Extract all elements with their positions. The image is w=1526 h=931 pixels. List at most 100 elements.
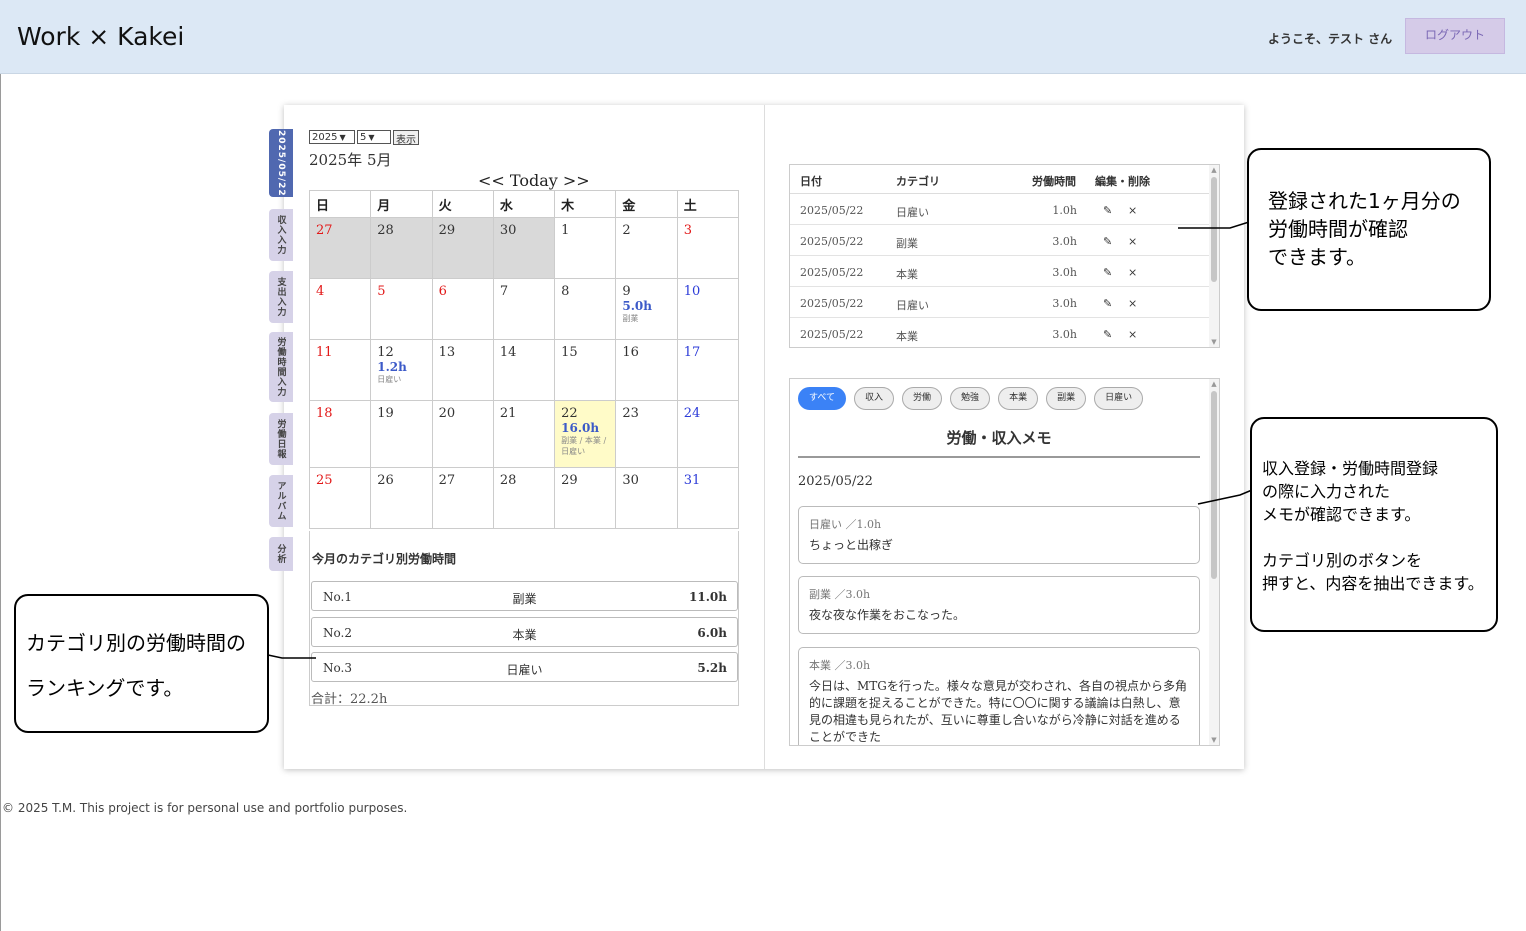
day-number: 26 (377, 473, 394, 488)
edit-icon[interactable]: ✎ (1103, 235, 1112, 248)
rank-category: 日雇い (506, 663, 543, 677)
calendar-day[interactable]: 9 5.0h 副業 (615, 278, 678, 340)
memo-panel: すべて 収入 労働 勉強 本業 副業 日雇い 労働・収入メモ 2025/05/2… (789, 378, 1220, 746)
calendar-day[interactable]: 26 (370, 467, 433, 529)
calendar-day[interactable]: 29 (431, 217, 494, 279)
weekday-header: 日 月 火 水 木 金 土 (308, 190, 740, 218)
page-divider (764, 105, 765, 769)
calendar-day[interactable]: 8 (554, 278, 617, 340)
calendar-day[interactable]: 11 (308, 339, 372, 401)
calendar-day[interactable]: 12 1.2h 日雇い (370, 339, 433, 401)
calendar-day[interactable]: 25 (308, 467, 372, 529)
day-number: 3 (683, 223, 692, 238)
edit-icon[interactable]: ✎ (1103, 204, 1112, 217)
scroll-thumb[interactable] (1211, 391, 1217, 579)
callout-text: カテゴリ別の労働時間の ランキングです。 (26, 631, 246, 700)
scroll-thumb[interactable] (1211, 177, 1217, 282)
log-hours: 3.0h (1052, 235, 1077, 248)
calendar-day[interactable]: 15 (554, 339, 617, 401)
calendar-day[interactable]: 22 16.0h 副業 / 本業 / 日雇い (554, 400, 617, 468)
calendar-day[interactable]: 29 (554, 467, 617, 529)
calendar-day[interactable]: 13 (431, 339, 494, 401)
delete-icon[interactable]: × (1128, 204, 1137, 217)
delete-icon[interactable]: × (1128, 235, 1137, 248)
calendar-day[interactable]: 17 (676, 339, 740, 401)
footer: © 2025 T.M. This project is for personal… (2, 801, 408, 815)
logout-button[interactable]: ログアウト (1405, 18, 1505, 54)
filter-all[interactable]: すべて (798, 387, 847, 410)
day-number: 21 (499, 406, 517, 421)
tab-work-report[interactable]: 労働日報 (269, 413, 293, 465)
filter-side-job[interactable]: 副業 (1046, 387, 1087, 410)
filter-day-labor[interactable]: 日雇い (1094, 387, 1144, 410)
edit-icon[interactable]: ✎ (1103, 328, 1112, 341)
calendar-day[interactable]: 31 (676, 467, 740, 529)
edit-icon[interactable]: ✎ (1103, 297, 1112, 310)
filter-main-job[interactable]: 本業 (998, 387, 1039, 410)
calendar-day[interactable]: 5 (370, 278, 433, 340)
callout-memo: 収入登録・労働時間登録 の際に入力された メモが確認できます。 カテゴリ別のボタ… (1250, 417, 1498, 632)
calendar-day[interactable]: 30 (615, 467, 678, 529)
delete-icon[interactable]: × (1128, 297, 1137, 310)
calendar-day[interactable]: 24 (676, 400, 740, 468)
filter-income[interactable]: 収入 (854, 387, 895, 410)
edit-icon[interactable]: ✎ (1103, 266, 1112, 279)
day-number: 23 (622, 406, 639, 421)
calendar-day[interactable]: 23 (615, 400, 678, 468)
day-number: 4 (316, 284, 325, 299)
calendar-day[interactable]: 30 (492, 217, 556, 279)
day-categories: 副業 / 本業 / 日雇い (561, 436, 607, 456)
calendar-day[interactable]: 4 (308, 278, 372, 340)
tab-income-input[interactable]: 収入入力 (269, 209, 293, 261)
delete-icon[interactable]: × (1128, 266, 1137, 279)
calendar-day[interactable]: 7 (492, 278, 556, 340)
scroll-up-icon[interactable]: ▲ (1209, 380, 1219, 388)
memo-scrollbar[interactable]: ▲ ▼ (1209, 379, 1219, 745)
calendar-day[interactable]: 14 (492, 339, 556, 401)
calendar-day[interactable]: 1 (554, 217, 617, 279)
calendar-day[interactable]: 2 (615, 217, 678, 279)
calendar-day[interactable]: 16 (615, 339, 678, 401)
calendar-day[interactable]: 21 (492, 400, 556, 468)
calendar-day[interactable]: 18 (308, 400, 372, 468)
day-number: 2 (622, 223, 631, 238)
tab-expense-input[interactable]: 支出入力 (269, 271, 293, 323)
work-log-row: 2025/05/22 日雇い 3.0h ✎ × (790, 287, 1210, 318)
rank-hours: 11.0h (689, 590, 727, 604)
delete-icon[interactable]: × (1128, 328, 1137, 341)
calendar-week: 18 19 20 21 22 16.0h 副業 / 本業 / 日雇い 23 24 (308, 400, 740, 468)
calendar-day[interactable]: 27 (308, 217, 372, 279)
calendar-day[interactable]: 10 (676, 278, 740, 340)
work-log-scrollbar[interactable]: ▲ ▼ (1209, 165, 1219, 347)
day-number: 20 (438, 406, 456, 421)
today-nav[interactable]: << Today >> (478, 171, 590, 190)
filter-work[interactable]: 労働 (902, 387, 943, 410)
calendar-day[interactable]: 28 (370, 217, 433, 279)
day-number: 9 (622, 284, 631, 299)
tab-date[interactable]: 2025/05/22 (269, 129, 293, 197)
scroll-down-icon[interactable]: ▼ (1209, 736, 1219, 744)
welcome-text: ようこそ、テスト さん (1268, 32, 1393, 46)
calendar-day[interactable]: 19 (370, 400, 433, 468)
calendar-day[interactable]: 27 (431, 467, 494, 529)
day-number: 17 (683, 345, 701, 360)
calendar-day[interactable]: 20 (431, 400, 494, 468)
filter-study[interactable]: 勉強 (950, 387, 991, 410)
scroll-up-icon[interactable]: ▲ (1209, 166, 1219, 174)
calendar-day[interactable]: 3 (676, 217, 740, 279)
log-date: 2025/05/22 (800, 328, 864, 341)
day-number: 29 (561, 473, 578, 488)
calendar-day[interactable]: 6 (431, 278, 494, 340)
tab-analysis[interactable]: 分析 (269, 537, 293, 571)
rank-category: 本業 (512, 628, 537, 642)
show-button[interactable]: 表示 (393, 130, 419, 146)
tab-album[interactable]: アルバム (269, 475, 293, 527)
year-select[interactable]: 2025 ▼ (309, 130, 355, 144)
tab-work-hours-input[interactable]: 労働時間入力 (269, 332, 293, 402)
weekday-fri: 金 (615, 190, 678, 218)
calendar-day[interactable]: 28 (492, 467, 556, 529)
month-select[interactable]: 5 ▼ (357, 130, 391, 144)
scroll-down-icon[interactable]: ▼ (1209, 338, 1219, 346)
memo-title: 労働・収入メモ (798, 427, 1200, 458)
app-title[interactable]: Work × Kakei (17, 22, 184, 51)
